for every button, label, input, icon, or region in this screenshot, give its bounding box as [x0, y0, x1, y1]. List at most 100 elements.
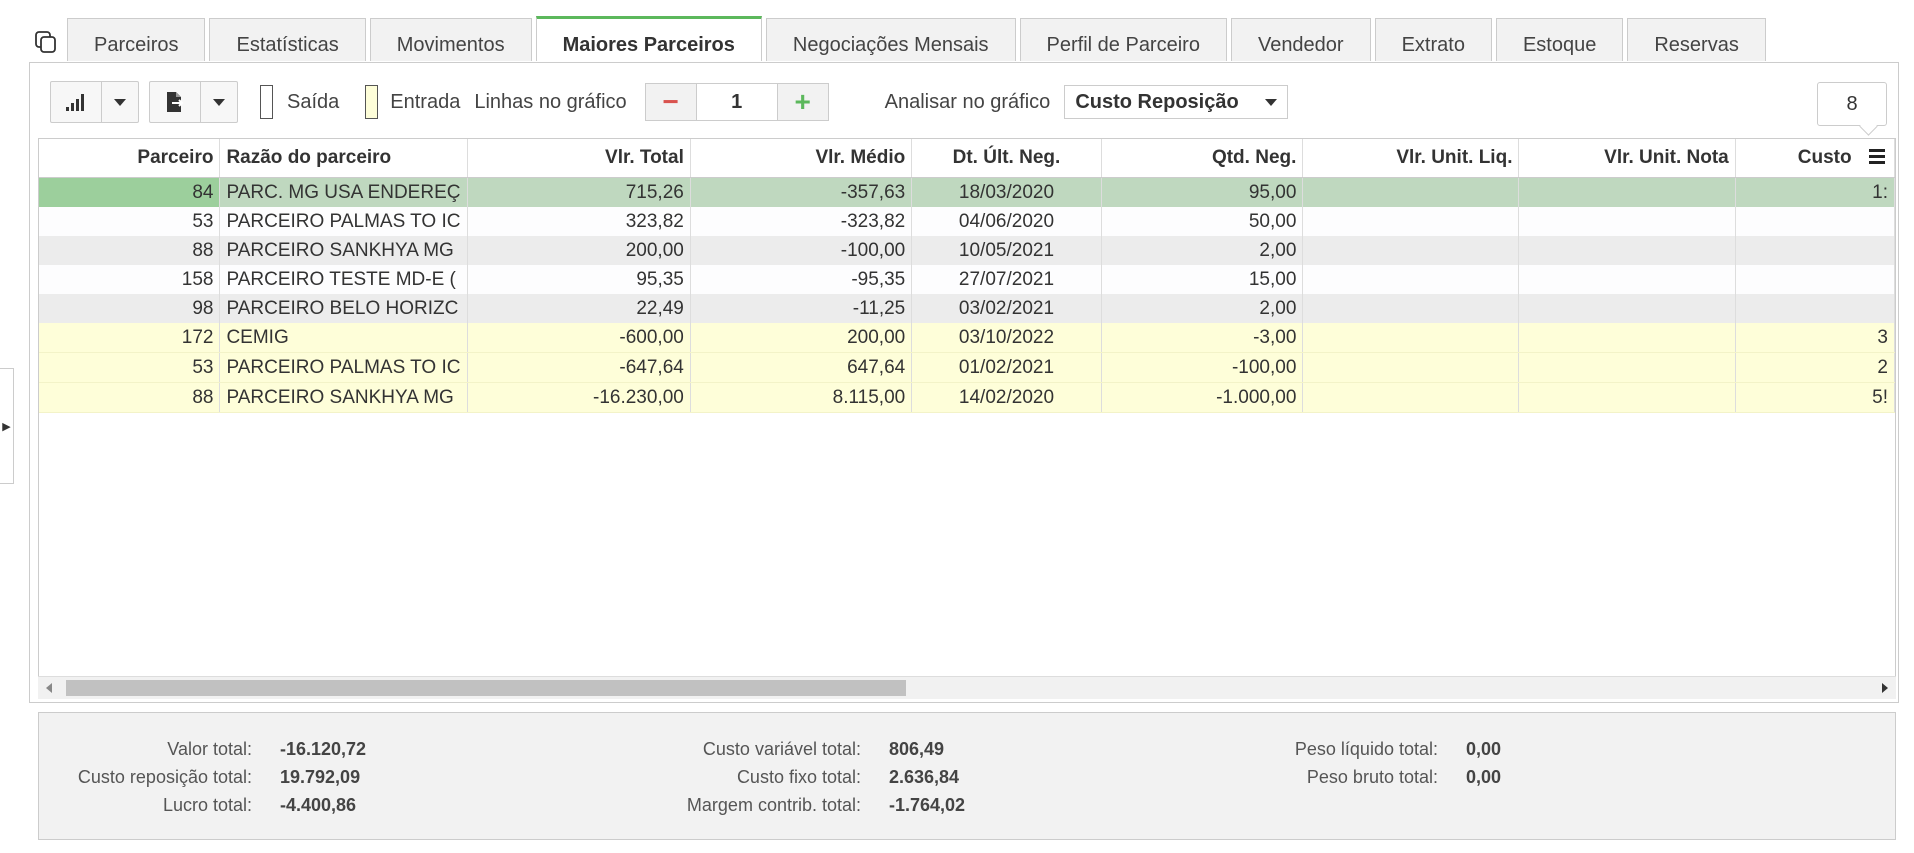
- col-razao[interactable]: Razão do parceiro: [219, 139, 468, 178]
- cell-custo: 5!: [1735, 382, 1895, 413]
- table-row[interactable]: 158 PARCEIRO TESTE MD-E (95,35 -95,35 27/07…: [39, 265, 1895, 294]
- scroll-thumb[interactable]: [66, 680, 906, 696]
- cell-vlr-total: -16.230,00: [467, 382, 691, 413]
- table-row[interactable]: 88 PARCEIRO SANKHYA MG -16.230,00 8.115,00 1…: [39, 382, 1895, 413]
- col-qtd-neg[interactable]: Qtd. Neg.: [1101, 139, 1304, 178]
- copy-icon[interactable]: [34, 30, 58, 54]
- export-dropdown-button[interactable]: [201, 82, 237, 122]
- cell-dt-ult-neg: 04/06/2020: [911, 207, 1102, 236]
- cell-custo: 2: [1735, 352, 1895, 383]
- export-button[interactable]: [150, 82, 201, 122]
- cell-vlr-medio: -323,82: [690, 207, 913, 236]
- tab-reservas[interactable]: Reservas: [1627, 18, 1766, 61]
- table-row[interactable]: 53 PARCEIRO PALMAS TO IC 323,82 -323,82 04/0…: [39, 207, 1895, 236]
- data-grid: Parceiro Razão do parceiro Vlr. Total Vl…: [38, 138, 1896, 698]
- chart-button[interactable]: [51, 82, 102, 122]
- tab-movimentos[interactable]: Movimentos: [369, 18, 532, 61]
- cell-qtd-neg: 15,00: [1101, 265, 1304, 294]
- cell-razao: PARC. MG USA ENDEREÇ: [219, 177, 468, 207]
- cell-razao: PARCEIRO BELO HORIZC: [219, 294, 468, 323]
- cell-dt-ult-neg: 03/10/2022: [911, 323, 1102, 353]
- cell-vlr-unit-liq: [1302, 294, 1520, 323]
- tab-maiores-parceiros[interactable]: Maiores Parceiros: [535, 16, 762, 61]
- cell-vlr-unit-nota: [1518, 352, 1736, 383]
- entrada-legend-label: Entrada: [390, 90, 461, 113]
- cell-parceiro: 53: [39, 207, 221, 236]
- saida-legend-label: Saída: [287, 90, 340, 113]
- side-panel-toggle[interactable]: ▶: [0, 368, 14, 484]
- table-row[interactable]: 84 PARC. MG USA ENDEREÇ 715,26 -357,63 18/03…: [39, 177, 1895, 207]
- cell-qtd-neg: 2,00: [1101, 294, 1304, 323]
- tab-perfil-de-parceiro[interactable]: Perfil de Parceiro: [1019, 18, 1227, 61]
- cell-parceiro: 158: [39, 265, 221, 294]
- cell-dt-ult-neg: 10/05/2021: [911, 236, 1102, 265]
- lines-label: Linhas no gráfico: [474, 90, 627, 113]
- col-parceiro[interactable]: Parceiro: [39, 139, 221, 178]
- col-vlr-total[interactable]: Vlr. Total: [467, 139, 691, 178]
- cell-vlr-total: 95,35: [467, 265, 691, 294]
- cell-razao: CEMIG: [219, 323, 468, 353]
- cell-qtd-neg: 95,00: [1101, 177, 1304, 207]
- entrada-legend-swatch: [365, 85, 379, 119]
- cell-qtd-neg: 2,00: [1101, 236, 1304, 265]
- cell-qtd-neg: -100,00: [1101, 352, 1304, 383]
- tab-vendedor[interactable]: Vendedor: [1230, 18, 1371, 61]
- table-row[interactable]: 53 PARCEIRO PALMAS TO IC -647,64 647,64 01/0…: [39, 352, 1895, 383]
- tab-parceiros[interactable]: Parceiros: [67, 18, 206, 61]
- col-vlr-unit-nota[interactable]: Vlr. Unit. Nota: [1518, 139, 1736, 178]
- table-header: Parceiro Razão do parceiro Vlr. Total Vl…: [39, 139, 1895, 178]
- cell-vlr-unit-liq: [1302, 207, 1520, 236]
- chart-button-group: [50, 81, 139, 123]
- cell-vlr-total: 200,00: [467, 236, 691, 265]
- analyze-select[interactable]: Custo Reposição: [1064, 85, 1289, 119]
- cell-vlr-unit-liq: [1302, 265, 1520, 294]
- cell-qtd-neg: 50,00: [1101, 207, 1304, 236]
- tab-negociacoes-mensais[interactable]: Negociações Mensais: [765, 18, 1016, 61]
- cell-dt-ult-neg: 27/07/2021: [911, 265, 1102, 294]
- increment-button[interactable]: +: [776, 84, 828, 120]
- cell-dt-ult-neg: 01/02/2021: [911, 352, 1102, 383]
- col-vlr-unit-liq[interactable]: Vlr. Unit. Liq.: [1302, 139, 1520, 178]
- total-label: Margem contrib. total:: [686, 795, 861, 815]
- total-value: 0,00: [1466, 767, 1502, 787]
- cell-dt-ult-neg: 14/02/2020: [911, 382, 1102, 413]
- cell-vlr-medio: -95,35: [690, 265, 913, 294]
- cell-qtd-neg: -1.000,00: [1101, 382, 1304, 413]
- cell-custo: [1735, 207, 1895, 236]
- column-menu-icon[interactable]: [1869, 149, 1885, 167]
- col-dt-ult-neg[interactable]: Dt. Últ. Neg.: [911, 139, 1102, 178]
- scroll-left-icon[interactable]: [46, 683, 52, 693]
- tab-extrato[interactable]: Extrato: [1374, 18, 1492, 61]
- lines-value[interactable]: 1: [696, 84, 777, 120]
- table-row[interactable]: 172 CEMIG -600,00 200,00 03/10/2022 -3,00 3: [39, 323, 1895, 353]
- cell-vlr-unit-nota: [1518, 207, 1736, 236]
- table-row[interactable]: 98 PARCEIRO BELO HORIZC 22,49 -11,25 03/02/2…: [39, 294, 1895, 323]
- scroll-right-icon[interactable]: [1882, 683, 1888, 693]
- total-value: -1.764,02: [889, 795, 966, 815]
- bar-chart-icon: [66, 94, 84, 111]
- toolbar: Saída Entrada Linhas no gráfico − 1 + An…: [50, 81, 1289, 123]
- decrement-button[interactable]: −: [645, 84, 697, 120]
- chevron-down-icon: [114, 98, 126, 106]
- cell-vlr-total: 22,49: [467, 294, 691, 323]
- chart-dropdown-button[interactable]: [102, 82, 138, 122]
- cell-vlr-unit-nota: [1518, 323, 1736, 353]
- analyze-label: Analisar no gráfico: [884, 90, 1051, 113]
- tab-estoque[interactable]: Estoque: [1495, 18, 1624, 61]
- cell-vlr-unit-liq: [1302, 352, 1520, 383]
- tab-bar: Parceiros Estatísticas Movimentos Maiore…: [67, 16, 1770, 63]
- cell-custo: [1735, 236, 1895, 265]
- cell-vlr-unit-nota: [1518, 265, 1736, 294]
- cell-parceiro: 84: [39, 177, 221, 207]
- tab-estatisticas[interactable]: Estatísticas: [209, 18, 366, 61]
- record-count-badge: 8: [1817, 82, 1887, 126]
- cell-dt-ult-neg: 03/02/2021: [911, 294, 1102, 323]
- cell-custo: 1:: [1735, 177, 1895, 207]
- cell-razao: PARCEIRO TESTE MD-E (: [219, 265, 468, 294]
- cell-vlr-unit-nota: [1518, 294, 1736, 323]
- col-vlr-medio[interactable]: Vlr. Médio: [690, 139, 913, 178]
- horizontal-scrollbar[interactable]: [38, 676, 1896, 699]
- cell-custo: [1735, 265, 1895, 294]
- table-row[interactable]: 88 PARCEIRO SANKHYA MG 200,00 -100,00 10/05/…: [39, 236, 1895, 265]
- cell-vlr-medio: 647,64: [690, 352, 913, 383]
